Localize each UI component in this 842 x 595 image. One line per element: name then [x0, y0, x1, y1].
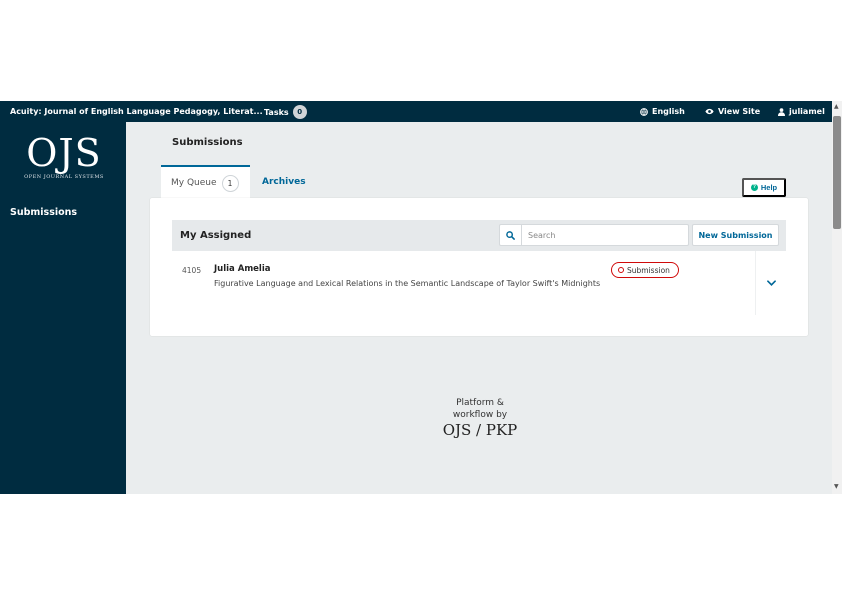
footer-line-2: workflow by	[452, 410, 508, 420]
tab-my-queue-label: My Queue	[171, 178, 217, 188]
help-button[interactable]: ? Help	[742, 178, 786, 197]
submissions-panel: My Assigned New Submission 4105 Julia Am…	[150, 198, 808, 336]
ojs-logo[interactable]: OJS OPEN JOURNAL SYSTEMS	[24, 133, 104, 180]
app-window: Acuity: Journal of English Language Peda…	[0, 101, 832, 494]
submission-id: 4105	[182, 266, 202, 275]
view-site-label: View Site	[718, 107, 761, 116]
search-box	[499, 224, 689, 246]
tab-my-queue[interactable]: My Queue 1	[161, 165, 250, 199]
help-label: Help	[760, 183, 778, 192]
queue-count-badge: 1	[221, 174, 239, 192]
new-submission-button[interactable]: New Submission	[692, 224, 779, 246]
help-icon: ?	[750, 184, 758, 191]
top-bar: Acuity: Journal of English Language Peda…	[0, 101, 832, 122]
stage-dot-icon	[618, 267, 624, 273]
language-menu[interactable]: English	[640, 107, 685, 116]
language-label: English	[652, 107, 685, 116]
logo-subtitle: OPEN JOURNAL SYSTEMS	[24, 174, 104, 180]
pkp-logo: OJS / PKP	[442, 421, 518, 439]
tasks-count-badge: 0	[292, 105, 307, 119]
journal-name-link[interactable]: Acuity: Journal of English Language Peda…	[10, 107, 263, 116]
search-icon[interactable]	[500, 225, 522, 245]
scrollbar-thumb[interactable]	[833, 116, 841, 229]
submission-title: Figurative Language and Lexical Relation…	[214, 279, 601, 288]
username-label: juliamel	[789, 107, 825, 116]
user-menu[interactable]: juliamel	[778, 107, 825, 116]
sidebar: OJS OPEN JOURNAL SYSTEMS Submissions	[0, 122, 126, 494]
sidebar-item-submissions[interactable]: Submissions	[10, 207, 77, 218]
tab-archives[interactable]: Archives	[262, 177, 306, 187]
expand-row-button[interactable]	[755, 251, 786, 315]
scroll-up-icon[interactable]: ▲	[834, 103, 839, 110]
submission-author: Julia Amelia	[214, 264, 271, 274]
footer-line-1: Platform &	[456, 398, 504, 408]
list-header: My Assigned New Submission	[172, 220, 786, 251]
search-input[interactable]	[528, 229, 683, 241]
list-title: My Assigned	[180, 230, 252, 241]
footer-brand[interactable]: Platform & workflow by OJS / PKP	[440, 397, 520, 439]
stage-badge: Submission	[611, 262, 679, 278]
globe-icon	[640, 107, 648, 116]
tasks-link[interactable]: Tasks 0	[264, 105, 307, 119]
scroll-down-icon[interactable]: ▼	[834, 483, 839, 490]
scrollbar[interactable]: ▲ ▼	[832, 101, 842, 494]
submission-row[interactable]: 4105 Julia Amelia Figurative Language an…	[172, 251, 786, 315]
tasks-label: Tasks	[264, 107, 289, 117]
page-title: Submissions	[172, 137, 243, 148]
user-icon	[778, 107, 785, 116]
view-site-link[interactable]: View Site	[705, 107, 760, 116]
chevron-down-icon	[766, 280, 776, 286]
stage-label: Submission	[627, 265, 670, 275]
logo-text: OJS	[26, 131, 102, 175]
eye-icon	[705, 108, 714, 115]
